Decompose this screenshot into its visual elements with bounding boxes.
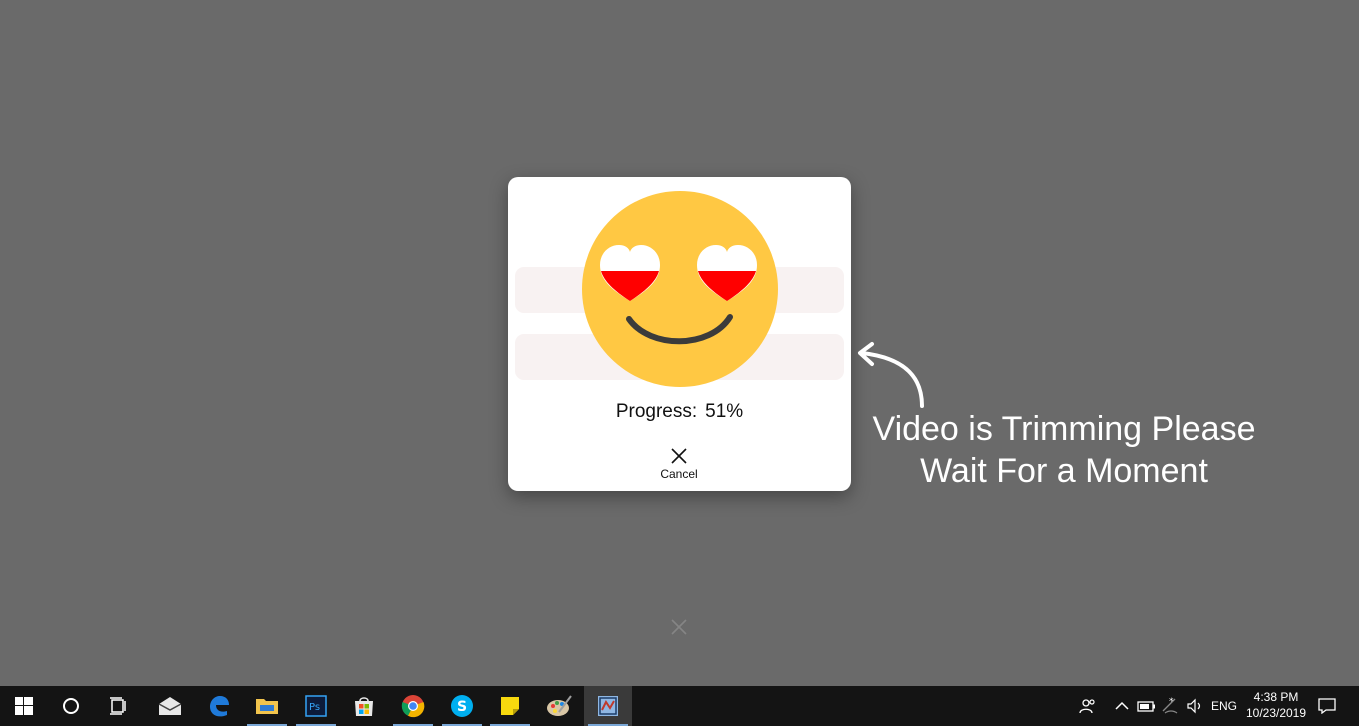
people-button[interactable] bbox=[1076, 686, 1100, 726]
mail-app[interactable] bbox=[146, 686, 194, 726]
wifi-off-icon: * bbox=[1162, 697, 1178, 714]
start-button[interactable] bbox=[0, 686, 48, 726]
network-button[interactable]: * bbox=[1160, 686, 1182, 726]
heart-eyes-smiley-icon bbox=[582, 191, 778, 387]
chrome-app[interactable] bbox=[389, 686, 437, 726]
progress-value: 51% bbox=[705, 401, 744, 422]
progress-label: Progress: bbox=[615, 401, 698, 422]
paint-palette-icon bbox=[547, 695, 572, 716]
skype-icon: S bbox=[451, 695, 473, 717]
svg-text:Ps: Ps bbox=[309, 702, 320, 713]
sticky-notes-app[interactable] bbox=[486, 686, 534, 726]
photoshop-app[interactable]: Ps bbox=[292, 686, 340, 726]
show-hidden-icons-button[interactable] bbox=[1112, 686, 1132, 726]
store-bag-icon bbox=[355, 697, 373, 716]
people-icon bbox=[1079, 699, 1095, 714]
clock-date: 10/23/2019 bbox=[1245, 706, 1307, 720]
svg-text:S: S bbox=[457, 699, 467, 715]
battery-button[interactable] bbox=[1136, 686, 1158, 726]
skype-app[interactable]: S bbox=[438, 686, 486, 726]
annotation-text: Video is Trimming Please Wait For a Mome… bbox=[846, 408, 1282, 492]
input-language-button[interactable]: ENG bbox=[1210, 686, 1238, 726]
chevron-up-icon bbox=[1115, 701, 1129, 710]
action-center-button[interactable] bbox=[1314, 686, 1340, 726]
language-label: ENG bbox=[1210, 699, 1237, 713]
close-icon bbox=[671, 619, 687, 635]
progress-text: Progress: 51% bbox=[508, 401, 851, 423]
sticky-note-icon bbox=[501, 697, 519, 715]
speaker-icon bbox=[1187, 698, 1201, 714]
edge-app[interactable] bbox=[195, 686, 243, 726]
edge-icon bbox=[210, 696, 229, 717]
taskbar: Ps S * ENG 4:38 PM 10/23/2019 bbox=[0, 686, 1359, 726]
store-app[interactable] bbox=[340, 686, 388, 726]
notification-icon bbox=[1318, 698, 1336, 714]
curved-arrow-icon bbox=[858, 342, 924, 408]
close-icon bbox=[671, 448, 687, 464]
battery-charging-icon bbox=[1137, 701, 1155, 712]
annotation-line-1: Video is Trimming Please bbox=[872, 410, 1256, 448]
windows-logo-icon bbox=[15, 697, 33, 715]
svg-text:*: * bbox=[1169, 697, 1174, 707]
circle-icon bbox=[63, 698, 79, 714]
cancel-label: Cancel bbox=[660, 467, 698, 481]
clock-button[interactable]: 4:38 PM 10/23/2019 bbox=[1240, 689, 1312, 721]
annotation-line-2: Wait For a Moment bbox=[920, 452, 1208, 490]
cancel-button[interactable]: Cancel bbox=[649, 443, 709, 483]
clock-time: 4:38 PM bbox=[1253, 690, 1299, 704]
folder-icon bbox=[256, 699, 278, 714]
chrome-icon bbox=[401, 695, 425, 718]
mail-icon bbox=[158, 697, 182, 715]
video-app-icon bbox=[598, 696, 618, 716]
background-cancel-button bbox=[665, 618, 693, 652]
volume-button[interactable] bbox=[1184, 686, 1206, 726]
file-explorer-app[interactable] bbox=[243, 686, 291, 726]
progress-dialog: Progress: 51% Cancel bbox=[508, 177, 851, 491]
photoshop-icon: Ps bbox=[305, 695, 327, 717]
paint-app[interactable] bbox=[535, 686, 583, 726]
task-view-button[interactable] bbox=[95, 686, 143, 726]
task-view-icon bbox=[110, 697, 126, 715]
cortana-button[interactable] bbox=[47, 686, 95, 726]
video-trimmer-app[interactable] bbox=[584, 686, 632, 726]
